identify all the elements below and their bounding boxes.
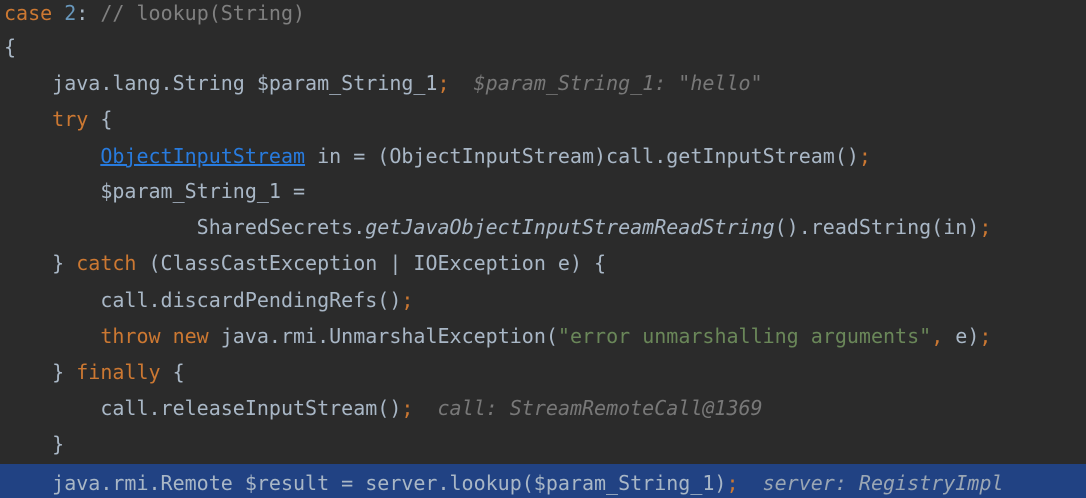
class-reference-link[interactable]: ObjectInputStream bbox=[100, 144, 305, 168]
code-token: , bbox=[931, 324, 956, 348]
code-line[interactable]: call.releaseInputStream(); call: StreamR… bbox=[0, 395, 1086, 431]
code-token: { bbox=[88, 107, 113, 131]
current-code-line[interactable]: java.rmi.Remote $result = server.lookup(… bbox=[0, 464, 1086, 498]
code-token: ; bbox=[858, 144, 871, 168]
code-token: call.releaseInputStream() bbox=[4, 396, 402, 420]
inline-debug-hint: $param_String_1: "hello" bbox=[449, 71, 763, 95]
code-token: SharedSecrets. bbox=[4, 215, 366, 239]
code-token: catch bbox=[76, 251, 137, 275]
code-token: java.rmi.UnmarshalException( bbox=[220, 324, 558, 348]
code-line[interactable]: throw new java.rmi.UnmarshalException("e… bbox=[0, 323, 1086, 359]
code-token: (ClassCastException | IOException e) { bbox=[136, 251, 607, 275]
code-token: case bbox=[4, 1, 65, 25]
code-token: } bbox=[4, 432, 65, 456]
code-line[interactable]: call.discardPendingRefs(); bbox=[0, 287, 1086, 323]
code-token: "error unmarshalling arguments" bbox=[557, 324, 932, 348]
code-token: java.lang.String $param_String_1 bbox=[4, 71, 438, 95]
code-token: ; bbox=[979, 215, 992, 239]
code-token: getJavaObjectInputStreamReadString bbox=[365, 215, 775, 239]
code-token: $param_String_1 = bbox=[4, 179, 306, 203]
code-line[interactable]: { bbox=[0, 34, 1086, 70]
code-line[interactable]: SharedSecrets.getJavaObjectInputStreamRe… bbox=[0, 214, 1086, 250]
code-token: : bbox=[76, 1, 101, 25]
code-token: in = (ObjectInputStream)call.getInputStr… bbox=[305, 144, 859, 168]
code-token: java.rmi.Remote $result = server.lookup(… bbox=[4, 471, 727, 495]
code-line[interactable]: try { bbox=[0, 106, 1086, 142]
code-line[interactable]: } finally { bbox=[0, 359, 1086, 395]
code-line[interactable]: ObjectInputStream in = (ObjectInputStrea… bbox=[0, 143, 1086, 179]
code-token: // lookup(String) bbox=[100, 1, 306, 25]
code-token: { bbox=[4, 35, 17, 59]
code-token: ; bbox=[726, 471, 739, 495]
code-editor[interactable]: case 2: // lookup(String){ java.lang.Str… bbox=[0, 0, 1086, 498]
code-token: try bbox=[52, 107, 89, 131]
code-token: ; bbox=[437, 71, 450, 95]
code-token: ; bbox=[979, 324, 992, 348]
code-line[interactable]: } bbox=[0, 431, 1086, 467]
code-token: ; bbox=[401, 288, 414, 312]
inline-debug-hint: server: RegistryImpl bbox=[738, 471, 1004, 495]
code-token: ; bbox=[401, 396, 414, 420]
code-token: 2 bbox=[64, 1, 77, 25]
code-token: } bbox=[4, 360, 77, 384]
code-token: ().readString(in) bbox=[774, 215, 980, 239]
code-line[interactable]: } catch (ClassCastException | IOExceptio… bbox=[0, 250, 1086, 286]
code-line[interactable]: $param_String_1 = bbox=[0, 178, 1086, 214]
code-token: finally bbox=[76, 360, 161, 384]
inline-debug-hint: call: StreamRemoteCall@1369 bbox=[413, 396, 763, 420]
code-token: { bbox=[160, 360, 185, 384]
code-line[interactable]: case 2: // lookup(String) bbox=[0, 0, 1086, 36]
code-token: call.discardPendingRefs() bbox=[4, 288, 402, 312]
code-token: throw new bbox=[100, 324, 221, 348]
code-line[interactable]: java.lang.String $param_String_1; $param… bbox=[0, 70, 1086, 106]
code-token: } bbox=[4, 251, 77, 275]
code-token: e) bbox=[955, 324, 980, 348]
